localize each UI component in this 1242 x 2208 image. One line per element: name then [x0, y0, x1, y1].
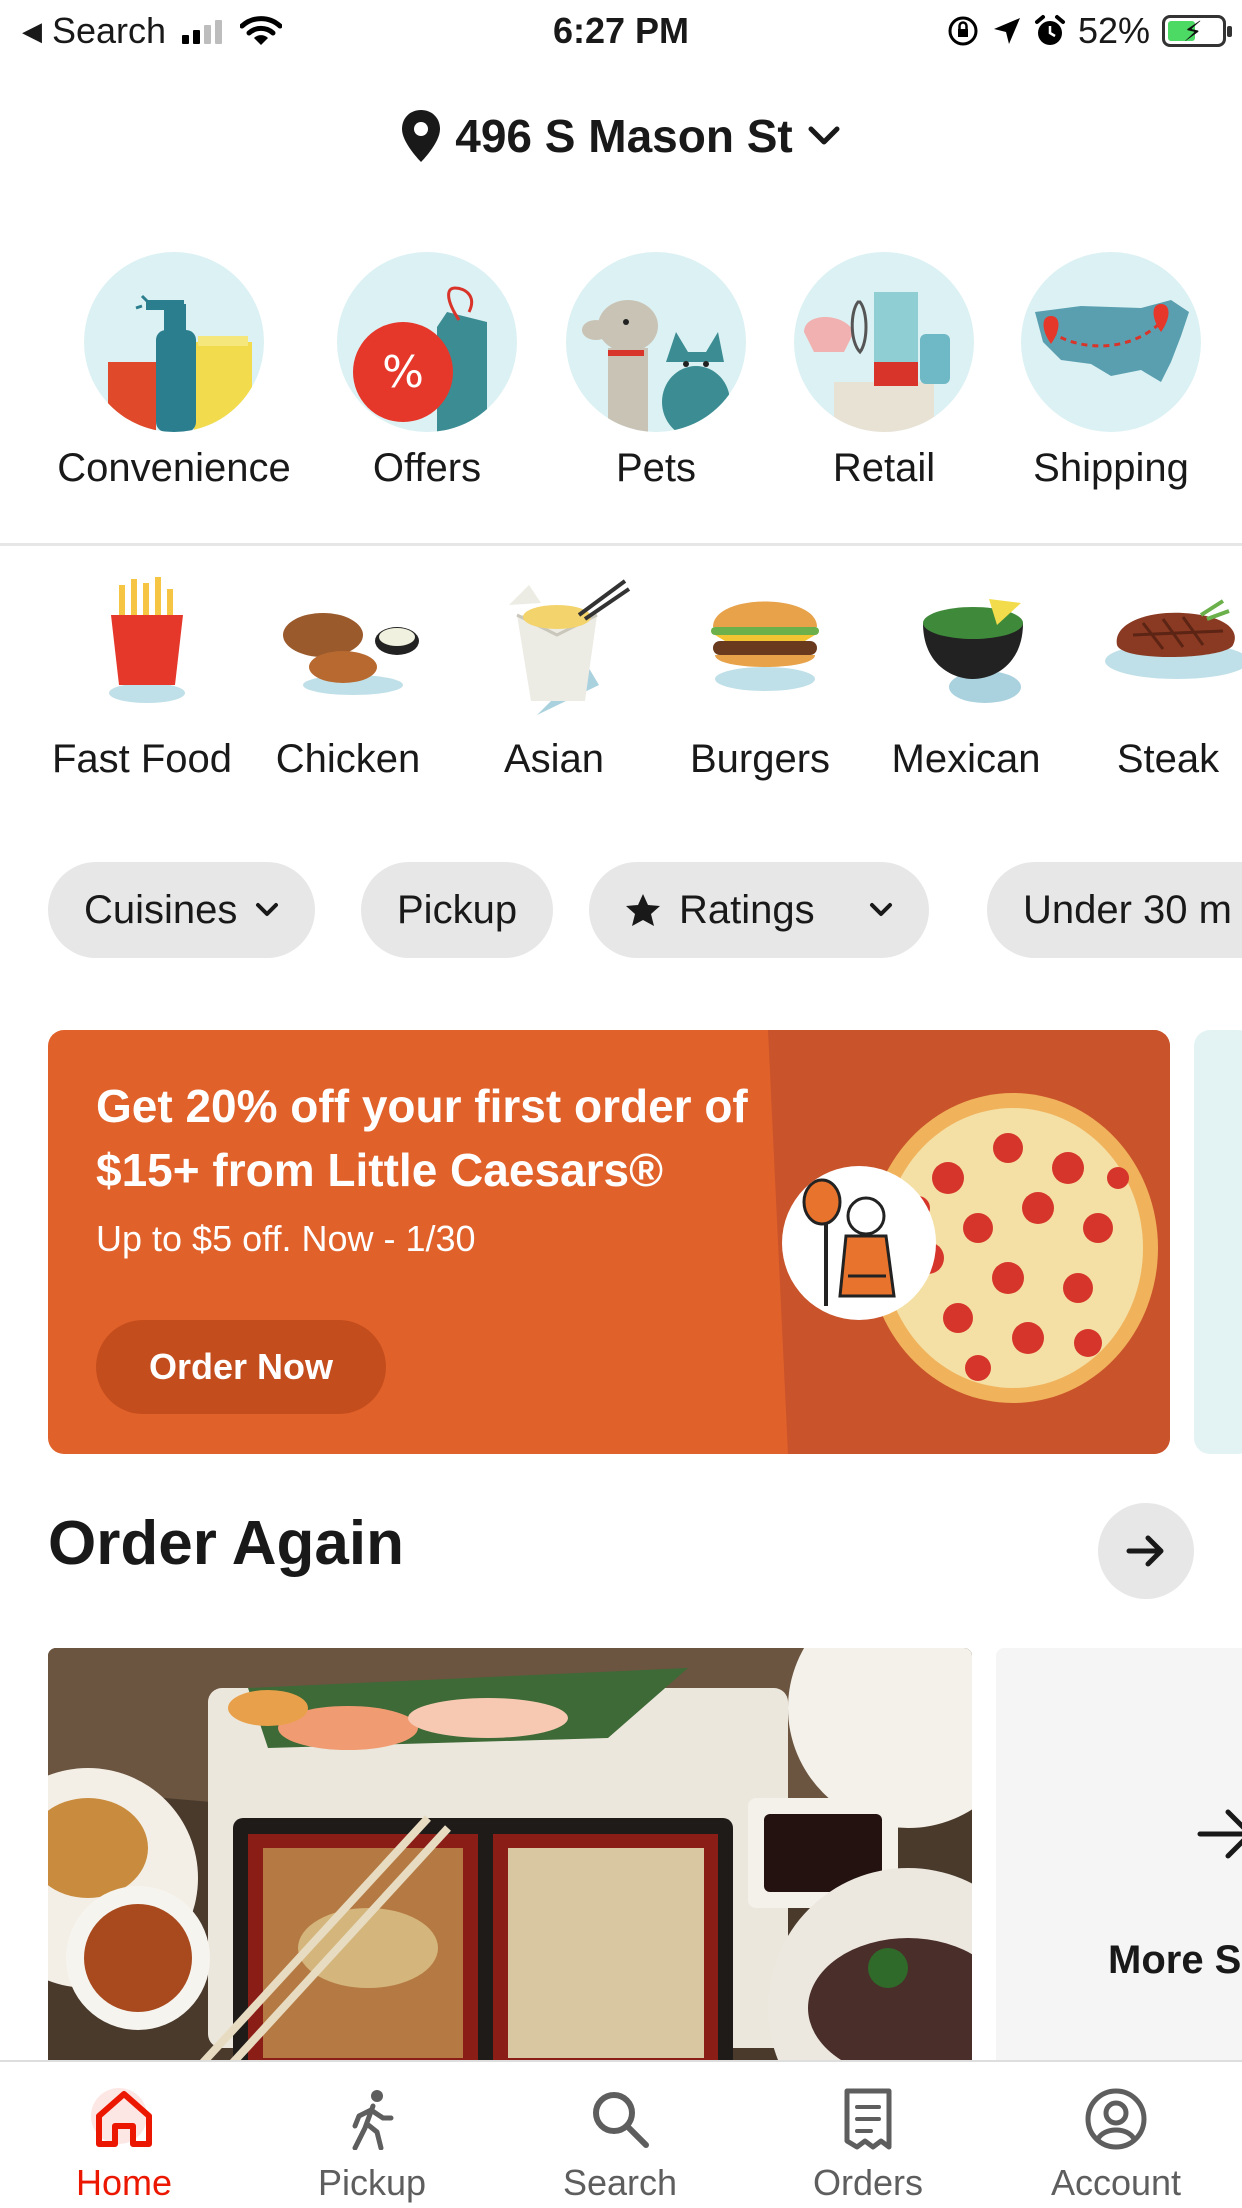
- status-bar-right: 52% ⚡: [946, 8, 1232, 54]
- battery-percent: 52%: [1077, 10, 1150, 51]
- guacamole-icon: [881, 575, 1051, 725]
- category-label: Offers: [372, 446, 482, 490]
- category-retail[interactable]: Retail: [764, 252, 1004, 491]
- tab-label: Home: [75, 2162, 173, 2203]
- fries-icon: [57, 575, 227, 725]
- delivery-address[interactable]: 496 S Mason St: [455, 109, 792, 163]
- walking-person-icon: [352, 2090, 394, 2150]
- filter-pickup[interactable]: Pickup: [361, 862, 554, 958]
- section-divider: [0, 543, 1242, 546]
- tab-orders[interactable]: Orders: [744, 2084, 992, 2204]
- search-icon: [593, 2092, 649, 2148]
- arrow-right-icon: [1126, 1535, 1164, 1567]
- filter-label: Pickup: [397, 887, 518, 932]
- store-photo: [48, 1648, 972, 2060]
- filter-chips: Cuisines Pickup Ratings Under 30 m: [0, 862, 1242, 958]
- category-shipping[interactable]: Shipping: [991, 252, 1231, 491]
- cuisine-asian[interactable]: Asian: [454, 575, 654, 782]
- burger-icon: [675, 575, 845, 725]
- cuisine-label: Burgers: [689, 737, 831, 781]
- order-now-button[interactable]: Order Now: [96, 1320, 386, 1414]
- chevron-down-icon[interactable]: [807, 125, 841, 147]
- chevron-down-icon: [256, 903, 279, 916]
- chicken-icon: [263, 575, 433, 725]
- promo-banner[interactable]: Get 20% off your first order of $15+ fro…: [48, 1030, 1170, 1454]
- battery-charging-icon: ⚡: [1162, 15, 1232, 47]
- category-label: Retail: [832, 446, 936, 490]
- order-again-store-card[interactable]: [48, 1648, 972, 2060]
- cuisine-mexican[interactable]: Mexican: [866, 575, 1066, 782]
- category-label: Shipping: [1033, 446, 1189, 490]
- cleaning-supplies-icon: [84, 252, 264, 432]
- chevron-down-icon: [869, 903, 892, 916]
- user-circle-icon: [1085, 2088, 1147, 2150]
- discount-tag-icon: %: [337, 252, 517, 432]
- cuisine-steak[interactable]: Steak: [1068, 575, 1242, 782]
- home-goods-icon: [794, 252, 974, 432]
- category-label: Pets: [615, 446, 697, 490]
- delivery-address-selector[interactable]: 496 S Mason St: [0, 100, 1242, 172]
- tab-label: Orders: [812, 2162, 924, 2203]
- cuisine-label: Fast Food: [51, 737, 233, 781]
- tab-home[interactable]: Home: [0, 2084, 248, 2204]
- more-stores-card[interactable]: More S: [996, 1648, 1242, 2060]
- filter-label: Under 30 m: [1023, 887, 1232, 932]
- cuisine-label: Asian: [503, 737, 605, 781]
- status-bar: ◀ Search 6:27 PM 52% ⚡: [0, 0, 1242, 62]
- cuisine-label: Mexican: [891, 737, 1041, 781]
- tab-pickup[interactable]: Pickup: [248, 2084, 496, 2204]
- more-stores-label: More S: [1108, 1938, 1242, 1982]
- cuisine-label: Steak: [1116, 737, 1220, 781]
- tab-account[interactable]: Account: [992, 2084, 1240, 2204]
- tab-search[interactable]: Search: [496, 2084, 744, 2204]
- home-icon: [91, 2088, 152, 2147]
- cuisine-label: Chicken: [275, 737, 421, 781]
- filter-cuisines[interactable]: Cuisines: [48, 862, 316, 958]
- order-again-see-all-button[interactable]: [1098, 1503, 1194, 1599]
- next-promo-card-peek[interactable]: [1194, 1030, 1242, 1454]
- charging-bolt-icon: ⚡: [1183, 16, 1203, 47]
- receipt-icon: [844, 2088, 892, 2150]
- star-icon: [626, 894, 660, 926]
- filter-ratings[interactable]: Ratings: [589, 862, 929, 958]
- filter-under-30-min[interactable]: Under 30 m: [987, 862, 1242, 958]
- filter-label: Cuisines: [84, 887, 238, 932]
- arrow-right-icon: [1197, 1809, 1242, 1859]
- order-again-title: Order Again: [48, 1509, 404, 1578]
- tab-label: Search: [562, 2162, 678, 2203]
- cuisine-chicken[interactable]: Chicken: [248, 575, 448, 782]
- category-label: Convenience: [57, 446, 291, 490]
- promo-subtitle: Up to $5 off. Now - 1/30: [96, 1218, 476, 1259]
- cuisine-burgers[interactable]: Burgers: [660, 575, 860, 782]
- tab-label: Pickup: [317, 2162, 427, 2203]
- location-arrow-icon: [993, 18, 1020, 44]
- steak-icon: [1083, 575, 1242, 725]
- location-pin-icon: [402, 110, 441, 162]
- alarm-icon: [1034, 15, 1065, 45]
- bottom-tab-bar: Home Pickup Search Orders Account: [0, 2060, 1242, 2208]
- category-pets[interactable]: Pets: [536, 252, 776, 491]
- svg-text:%: %: [382, 347, 424, 398]
- vertical-categories: Convenience % Offers Pets Retail Shippin…: [0, 252, 1242, 502]
- cuisine-carousel: Fast Food Chicken Asian Burgers Mexican …: [0, 575, 1242, 795]
- category-offers[interactable]: % Offers: [307, 252, 547, 491]
- orientation-lock-icon: [948, 16, 978, 46]
- filter-label: Ratings: [679, 887, 815, 932]
- tab-label: Account: [1050, 2162, 1182, 2203]
- us-map-icon: [1021, 252, 1201, 432]
- takeout-box-icon: [469, 575, 639, 725]
- promo-title: Get 20% off your first order of $15+ fro…: [96, 1080, 748, 1196]
- category-convenience[interactable]: Convenience: [54, 252, 294, 491]
- dog-cat-icon: [566, 252, 746, 432]
- cuisine-fast-food[interactable]: Fast Food: [42, 575, 242, 782]
